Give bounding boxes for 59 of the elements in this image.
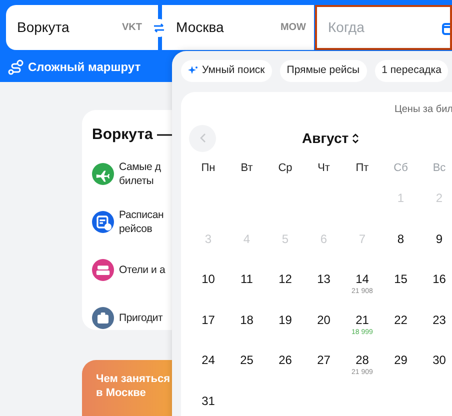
date-placeholder: Когда	[328, 18, 364, 37]
calendar-icon	[442, 20, 450, 34]
swap-icon	[153, 22, 165, 34]
weekday-label: Пн	[201, 160, 216, 176]
filter-chip[interactable]: 1 пересадка	[374, 60, 448, 82]
calendar-day[interactable]: 26	[278, 353, 292, 367]
calendar-day[interactable]: 22	[394, 312, 408, 326]
complex-route-link[interactable]: Сложный маршрут	[28, 58, 141, 76]
weekday-label: Вс	[432, 160, 446, 176]
weekday-label: Пт	[356, 160, 369, 176]
filter-chip[interactable]: Умный поиск	[181, 60, 272, 82]
month-selector[interactable]: Август	[302, 128, 359, 148]
chevron-left-icon	[200, 133, 206, 143]
calendar-day[interactable]: 25	[240, 353, 254, 367]
calendar-day[interactable]: 31	[202, 394, 215, 408]
calendar-day[interactable]: 10	[202, 272, 215, 286]
calendar-day[interactable]: 15	[394, 272, 408, 286]
origin-value: Воркута	[17, 18, 70, 37]
calendar-day[interactable]: 21	[356, 312, 369, 326]
calendar-day[interactable]: 11	[240, 272, 253, 286]
origin-code: VKT	[122, 21, 143, 35]
weekday-label: Вт	[240, 160, 253, 176]
promo-title: Чем заняться в Москве	[96, 372, 172, 400]
calendar-day[interactable]: 17	[202, 312, 215, 326]
plane-icon	[92, 162, 114, 184]
card-link[interactable]: Расписан рейсов	[119, 208, 164, 236]
filter-chip[interactable]: Прямые рейсы	[280, 60, 367, 82]
card-link[interactable]: Пригодит	[119, 310, 163, 324]
calendar-day[interactable]: 9	[436, 232, 443, 246]
calendar-day[interactable]: 16	[432, 272, 446, 286]
calendar-day[interactable]: 14	[356, 272, 369, 286]
calendar-day[interactable]: 27	[317, 353, 330, 367]
weekday-label: Ср	[278, 160, 292, 176]
calendar-day[interactable]: 24	[202, 353, 215, 367]
calendar-day[interactable]: 20	[317, 312, 330, 326]
destination-field[interactable]: Москва MOW	[162, 5, 314, 50]
card-link[interactable]: Отели и а	[119, 262, 166, 276]
destination-code: MOW	[280, 21, 306, 35]
calendar-day[interactable]: 28	[356, 353, 369, 367]
destination-value: Москва	[176, 18, 224, 37]
origin-field[interactable]: Воркута VKT	[6, 5, 158, 50]
weekday-label: Чт	[318, 160, 330, 176]
sparkle-icon	[188, 66, 198, 76]
calendar-day[interactable]: 30	[432, 353, 446, 367]
calendar-day[interactable]: 19	[278, 312, 292, 326]
card-title: Воркута —	[92, 125, 172, 145]
schedule-icon	[92, 210, 114, 232]
prices-note: Цены за бил	[394, 103, 452, 117]
calendar-day[interactable]: 23	[432, 312, 446, 326]
calendar-day[interactable]: 12	[278, 272, 292, 286]
route-icon	[8, 59, 24, 75]
calendar-day[interactable]: 8	[397, 232, 404, 246]
updown-icon	[352, 132, 359, 144]
bed-icon	[92, 258, 114, 280]
weekday-label: Сб	[394, 160, 408, 176]
calendar-day[interactable]: 13	[317, 272, 330, 286]
card-link[interactable]: Самые д билеты	[119, 160, 161, 188]
calendar-day[interactable]: 18	[240, 312, 254, 326]
calendar-day[interactable]: 29	[394, 353, 408, 367]
